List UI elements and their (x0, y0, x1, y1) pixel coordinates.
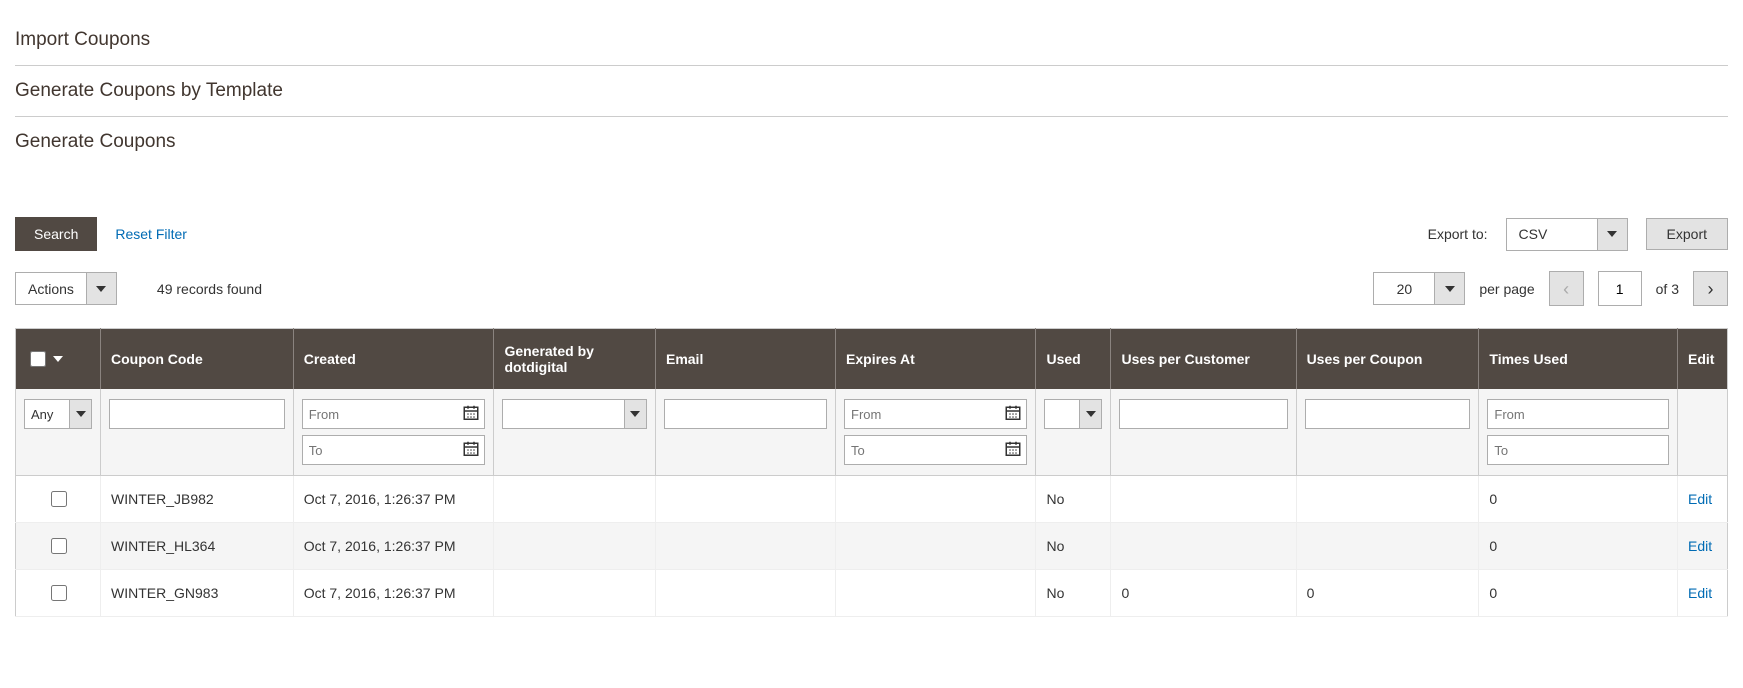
reset-filter-link[interactable]: Reset Filter (115, 226, 187, 242)
cell-times-used: 0 (1479, 523, 1678, 570)
section-import-coupons[interactable]: Import Coupons (15, 15, 1728, 66)
filter-expires-to-input[interactable] (844, 435, 1027, 465)
cell-created: Oct 7, 2016, 1:26:37 PM (293, 570, 494, 617)
cell-generated-by (494, 570, 656, 617)
cell-uses-per-customer (1111, 476, 1296, 523)
cell-generated-by (494, 523, 656, 570)
filter-generated-by-value (503, 400, 624, 428)
cell-uses-per-customer: 0 (1111, 570, 1296, 617)
table-header-row: Coupon Code Created Generated by dotdigi… (16, 329, 1728, 390)
cell-expires (836, 570, 1036, 617)
cell-times-used: 0 (1479, 476, 1678, 523)
chevron-down-icon[interactable] (1597, 219, 1627, 250)
table-row: WINTER_GN983 Oct 7, 2016, 1:26:37 PM No … (16, 570, 1728, 617)
edit-link[interactable]: Edit (1688, 538, 1712, 554)
chevron-down-icon[interactable] (624, 400, 646, 428)
cell-coupon-code: WINTER_JB982 (101, 476, 294, 523)
chevron-down-icon[interactable] (86, 273, 116, 304)
calendar-icon[interactable] (462, 404, 480, 425)
cell-email (655, 570, 835, 617)
current-page-input[interactable] (1598, 271, 1642, 306)
column-header-created[interactable]: Created (293, 329, 494, 390)
filter-uses-per-customer-input[interactable] (1119, 399, 1287, 429)
filter-row: Any (16, 389, 1728, 476)
column-header-uses-per-customer[interactable]: Uses per Customer (1111, 329, 1296, 390)
filter-used-value (1045, 400, 1079, 428)
export-format-value: CSV (1507, 219, 1597, 250)
of-pages-label: of 3 (1656, 281, 1679, 297)
table-row: WINTER_HL364 Oct 7, 2016, 1:26:37 PM No … (16, 523, 1728, 570)
column-header-email[interactable]: Email (655, 329, 835, 390)
filter-generated-by-select[interactable] (502, 399, 647, 429)
row-checkbox[interactable] (51, 538, 67, 554)
filter-any-value: Any (25, 400, 69, 428)
filter-coupon-code-input[interactable] (109, 399, 285, 429)
chevron-right-icon: › (1708, 280, 1714, 298)
prev-page-button[interactable]: ‹ (1549, 271, 1584, 306)
cell-uses-per-coupon (1296, 476, 1479, 523)
search-button[interactable]: Search (15, 217, 97, 251)
cell-times-used: 0 (1479, 570, 1678, 617)
calendar-icon[interactable] (462, 440, 480, 461)
filter-expires-from-input[interactable] (844, 399, 1027, 429)
section-generate-coupons[interactable]: Generate Coupons (15, 117, 1728, 167)
filter-times-used-from-input[interactable] (1487, 399, 1669, 429)
edit-link[interactable]: Edit (1688, 491, 1712, 507)
edit-link[interactable]: Edit (1688, 585, 1712, 601)
cell-generated-by (494, 476, 656, 523)
column-header-uses-per-coupon[interactable]: Uses per Coupon (1296, 329, 1479, 390)
column-header-used[interactable]: Used (1036, 329, 1111, 390)
cell-uses-per-coupon (1296, 523, 1479, 570)
table-row: WINTER_JB982 Oct 7, 2016, 1:26:37 PM No … (16, 476, 1728, 523)
next-page-button[interactable]: › (1693, 271, 1728, 306)
cell-coupon-code: WINTER_HL364 (101, 523, 294, 570)
filter-select-any[interactable]: Any (24, 399, 92, 429)
filter-created-from-input[interactable] (302, 399, 486, 429)
per-page-select[interactable]: 20 (1373, 272, 1465, 305)
export-button[interactable]: Export (1646, 218, 1728, 250)
filter-email-input[interactable] (664, 399, 827, 429)
cell-used: No (1036, 570, 1111, 617)
export-format-select[interactable]: CSV (1506, 218, 1628, 251)
records-found-label: 49 records found (157, 281, 262, 297)
column-header-expires-at[interactable]: Expires At (836, 329, 1036, 390)
calendar-icon[interactable] (1004, 440, 1022, 461)
filter-times-used-to-input[interactable] (1487, 435, 1669, 465)
column-header-times-used[interactable]: Times Used (1479, 329, 1678, 390)
chevron-down-icon[interactable] (69, 400, 91, 428)
section-generate-by-template[interactable]: Generate Coupons by Template (15, 66, 1728, 117)
chevron-down-icon[interactable] (1434, 273, 1464, 304)
chevron-down-icon[interactable] (53, 356, 63, 362)
cell-email (655, 523, 835, 570)
cell-email (655, 476, 835, 523)
chevron-left-icon: ‹ (1563, 280, 1569, 298)
cell-coupon-code: WINTER_GN983 (101, 570, 294, 617)
coupons-table: Coupon Code Created Generated by dotdigi… (15, 328, 1728, 617)
filter-created-to-input[interactable] (302, 435, 486, 465)
actions-select[interactable]: Actions (15, 272, 117, 305)
filter-uses-per-coupon-input[interactable] (1305, 399, 1471, 429)
cell-expires (836, 523, 1036, 570)
select-all-checkbox[interactable] (30, 351, 46, 367)
cell-expires (836, 476, 1036, 523)
column-header-edit: Edit (1678, 329, 1728, 390)
cell-uses-per-customer (1111, 523, 1296, 570)
calendar-icon[interactable] (1004, 404, 1022, 425)
filter-used-select[interactable] (1044, 399, 1102, 429)
chevron-down-icon[interactable] (1079, 400, 1101, 428)
per-page-value: 20 (1374, 273, 1434, 304)
column-header-coupon-code[interactable]: Coupon Code (101, 329, 294, 390)
per-page-label: per page (1479, 281, 1534, 297)
actions-select-value: Actions (16, 273, 86, 304)
cell-used: No (1036, 476, 1111, 523)
cell-created: Oct 7, 2016, 1:26:37 PM (293, 523, 494, 570)
column-header-checkbox[interactable] (16, 329, 101, 390)
cell-created: Oct 7, 2016, 1:26:37 PM (293, 476, 494, 523)
export-to-label: Export to: (1428, 226, 1488, 242)
cell-used: No (1036, 523, 1111, 570)
row-checkbox[interactable] (51, 585, 67, 601)
cell-uses-per-coupon: 0 (1296, 570, 1479, 617)
row-checkbox[interactable] (51, 491, 67, 507)
column-header-generated-by[interactable]: Generated by dotdigital (494, 329, 656, 390)
